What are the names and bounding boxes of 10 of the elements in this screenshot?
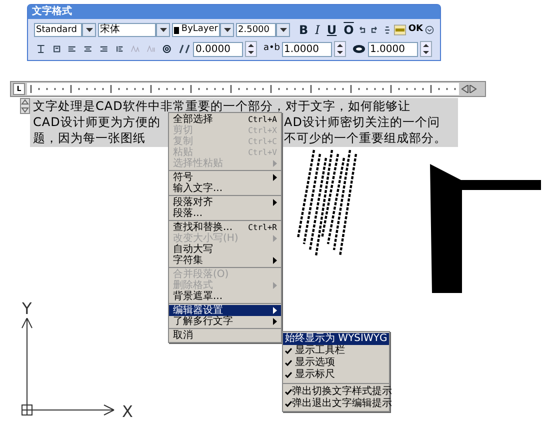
paragraph-text: 文字处理是CAD软件中非常重要的一个部分，对于文字，如何能够让 bbox=[33, 98, 410, 114]
toolbar-title: 文字格式 bbox=[28, 5, 440, 19]
paragraph-text: AD设计师密切关注的一个问 bbox=[284, 114, 440, 130]
paragraph-text: 题，因为每一张图纸 bbox=[33, 130, 146, 146]
paragraph-text: CAD设计师更为方便的 bbox=[33, 114, 162, 130]
paragraph-text: 不可少的一个重要组成部分。 bbox=[284, 130, 446, 146]
y-axis-label: Y bbox=[22, 298, 32, 320]
x-axis-label: X bbox=[122, 401, 133, 423]
tracking-label: a•b bbox=[263, 42, 280, 56]
color-label: ByLayer bbox=[181, 23, 218, 36]
